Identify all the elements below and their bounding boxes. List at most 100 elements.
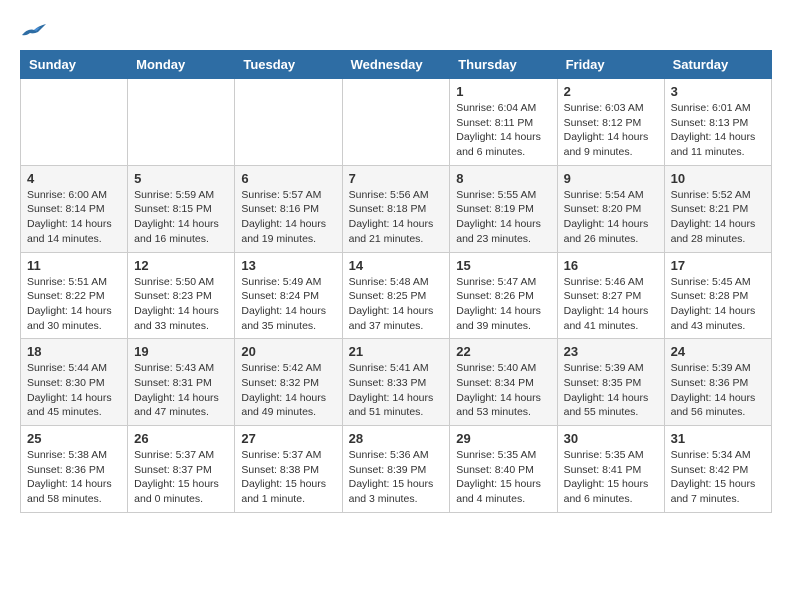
day-number: 5	[134, 171, 228, 186]
day-info: Sunrise: 5:36 AM Sunset: 8:39 PM Dayligh…	[349, 448, 444, 507]
day-number: 2	[564, 84, 658, 99]
calendar-day-21: 21 Sunrise: 5:41 AM Sunset: 8:33 PM Dayli…	[342, 339, 450, 426]
day-number: 11	[27, 258, 121, 273]
day-number: 29	[456, 431, 550, 446]
day-number: 6	[241, 171, 335, 186]
day-number: 15	[456, 258, 550, 273]
calendar-day-5: 5 Sunrise: 5:59 AM Sunset: 8:15 PM Daylig…	[128, 165, 235, 252]
day-info: Sunrise: 5:56 AM Sunset: 8:18 PM Dayligh…	[349, 188, 444, 247]
day-header-wednesday: Wednesday	[342, 51, 450, 79]
day-number: 7	[349, 171, 444, 186]
day-info: Sunrise: 5:40 AM Sunset: 8:34 PM Dayligh…	[456, 361, 550, 420]
day-info: Sunrise: 5:57 AM Sunset: 8:16 PM Dayligh…	[241, 188, 335, 247]
page-header	[20, 20, 772, 40]
calendar-day-9: 9 Sunrise: 5:54 AM Sunset: 8:20 PM Daylig…	[557, 165, 664, 252]
calendar-day-26: 26 Sunrise: 5:37 AM Sunset: 8:37 PM Dayli…	[128, 426, 235, 513]
day-info: Sunrise: 5:54 AM Sunset: 8:20 PM Dayligh…	[564, 188, 658, 247]
day-info: Sunrise: 5:35 AM Sunset: 8:40 PM Dayligh…	[456, 448, 550, 507]
calendar-day-29: 29 Sunrise: 5:35 AM Sunset: 8:40 PM Dayli…	[450, 426, 557, 513]
empty-day	[128, 79, 235, 166]
day-info: Sunrise: 5:50 AM Sunset: 8:23 PM Dayligh…	[134, 275, 228, 334]
day-number: 27	[241, 431, 335, 446]
day-header-monday: Monday	[128, 51, 235, 79]
day-number: 10	[671, 171, 765, 186]
day-number: 26	[134, 431, 228, 446]
day-header-saturday: Saturday	[664, 51, 771, 79]
day-number: 18	[27, 344, 121, 359]
calendar-table: SundayMondayTuesdayWednesdayThursdayFrid…	[20, 50, 772, 513]
calendar-day-18: 18Sunrise: 5:44 AM Sunset: 8:30 PM Dayli…	[21, 339, 128, 426]
day-info: Sunrise: 5:49 AM Sunset: 8:24 PM Dayligh…	[241, 275, 335, 334]
day-info: Sunrise: 5:52 AM Sunset: 8:21 PM Dayligh…	[671, 188, 765, 247]
calendar-week-row: 1 Sunrise: 6:04 AM Sunset: 8:11 PM Daylig…	[21, 79, 772, 166]
day-number: 12	[134, 258, 228, 273]
calendar-week-row: 18Sunrise: 5:44 AM Sunset: 8:30 PM Dayli…	[21, 339, 772, 426]
day-info: Sunrise: 5:55 AM Sunset: 8:19 PM Dayligh…	[456, 188, 550, 247]
calendar-day-14: 14 Sunrise: 5:48 AM Sunset: 8:25 PM Dayli…	[342, 252, 450, 339]
day-number: 22	[456, 344, 550, 359]
calendar-day-15: 15 Sunrise: 5:47 AM Sunset: 8:26 PM Dayli…	[450, 252, 557, 339]
day-info: Sunrise: 6:04 AM Sunset: 8:11 PM Dayligh…	[456, 101, 550, 160]
day-info: Sunrise: 5:48 AM Sunset: 8:25 PM Dayligh…	[349, 275, 444, 334]
day-header-sunday: Sunday	[21, 51, 128, 79]
day-number: 23	[564, 344, 658, 359]
day-number: 4	[27, 171, 121, 186]
day-info: Sunrise: 5:51 AM Sunset: 8:22 PM Dayligh…	[27, 275, 121, 334]
calendar-week-row: 11 Sunrise: 5:51 AM Sunset: 8:22 PM Dayli…	[21, 252, 772, 339]
calendar-day-12: 12 Sunrise: 5:50 AM Sunset: 8:23 PM Dayli…	[128, 252, 235, 339]
calendar-day-24: 24 Sunrise: 5:39 AM Sunset: 8:36 PM Dayli…	[664, 339, 771, 426]
day-info: Sunrise: 6:03 AM Sunset: 8:12 PM Dayligh…	[564, 101, 658, 160]
calendar-week-row: 25 Sunrise: 5:38 AM Sunset: 8:36 PM Dayli…	[21, 426, 772, 513]
day-info: Sunrise: 5:47 AM Sunset: 8:26 PM Dayligh…	[456, 275, 550, 334]
day-header-tuesday: Tuesday	[235, 51, 342, 79]
day-header-thursday: Thursday	[450, 51, 557, 79]
day-info: Sunrise: 5:41 AM Sunset: 8:33 PM Dayligh…	[349, 361, 444, 420]
logo	[20, 20, 52, 40]
day-info: Sunrise: 6:00 AM Sunset: 8:14 PM Dayligh…	[27, 188, 121, 247]
day-info: Sunrise: 5:42 AM Sunset: 8:32 PM Dayligh…	[241, 361, 335, 420]
day-number: 14	[349, 258, 444, 273]
day-info: Sunrise: 5:39 AM Sunset: 8:35 PM Dayligh…	[564, 361, 658, 420]
day-info: Sunrise: 5:45 AM Sunset: 8:28 PM Dayligh…	[671, 275, 765, 334]
day-info: Sunrise: 5:37 AM Sunset: 8:37 PM Dayligh…	[134, 448, 228, 507]
day-number: 21	[349, 344, 444, 359]
day-info: Sunrise: 6:01 AM Sunset: 8:13 PM Dayligh…	[671, 101, 765, 160]
day-number: 25	[27, 431, 121, 446]
day-number: 20	[241, 344, 335, 359]
day-number: 9	[564, 171, 658, 186]
calendar-day-30: 30Sunrise: 5:35 AM Sunset: 8:41 PM Dayli…	[557, 426, 664, 513]
day-info: Sunrise: 5:38 AM Sunset: 8:36 PM Dayligh…	[27, 448, 121, 507]
calendar-header-row: SundayMondayTuesdayWednesdayThursdayFrid…	[21, 51, 772, 79]
logo-icon	[20, 20, 48, 40]
calendar-day-13: 13 Sunrise: 5:49 AM Sunset: 8:24 PM Dayli…	[235, 252, 342, 339]
calendar-day-17: 17 Sunrise: 5:45 AM Sunset: 8:28 PM Dayli…	[664, 252, 771, 339]
calendar-day-27: 27 Sunrise: 5:37 AM Sunset: 8:38 PM Dayli…	[235, 426, 342, 513]
calendar-day-1: 1 Sunrise: 6:04 AM Sunset: 8:11 PM Daylig…	[450, 79, 557, 166]
calendar-day-8: 8Sunrise: 5:55 AM Sunset: 8:19 PM Daylig…	[450, 165, 557, 252]
calendar-day-19: 19Sunrise: 5:43 AM Sunset: 8:31 PM Dayli…	[128, 339, 235, 426]
day-number: 13	[241, 258, 335, 273]
day-number: 16	[564, 258, 658, 273]
calendar-week-row: 4 Sunrise: 6:00 AM Sunset: 8:14 PM Daylig…	[21, 165, 772, 252]
calendar-day-4: 4 Sunrise: 6:00 AM Sunset: 8:14 PM Daylig…	[21, 165, 128, 252]
empty-day	[342, 79, 450, 166]
calendar-day-23: 23 Sunrise: 5:39 AM Sunset: 8:35 PM Dayli…	[557, 339, 664, 426]
day-info: Sunrise: 5:59 AM Sunset: 8:15 PM Dayligh…	[134, 188, 228, 247]
day-number: 30	[564, 431, 658, 446]
day-number: 17	[671, 258, 765, 273]
day-number: 24	[671, 344, 765, 359]
day-header-friday: Friday	[557, 51, 664, 79]
day-number: 28	[349, 431, 444, 446]
empty-day	[21, 79, 128, 166]
day-info: Sunrise: 5:34 AM Sunset: 8:42 PM Dayligh…	[671, 448, 765, 507]
calendar-day-20: 20 Sunrise: 5:42 AM Sunset: 8:32 PM Dayli…	[235, 339, 342, 426]
calendar-day-7: 7 Sunrise: 5:56 AM Sunset: 8:18 PM Daylig…	[342, 165, 450, 252]
day-info: Sunrise: 5:39 AM Sunset: 8:36 PM Dayligh…	[671, 361, 765, 420]
calendar-day-28: 28 Sunrise: 5:36 AM Sunset: 8:39 PM Dayli…	[342, 426, 450, 513]
day-info: Sunrise: 5:37 AM Sunset: 8:38 PM Dayligh…	[241, 448, 335, 507]
calendar-day-11: 11 Sunrise: 5:51 AM Sunset: 8:22 PM Dayli…	[21, 252, 128, 339]
calendar-day-31: 31 Sunrise: 5:34 AM Sunset: 8:42 PM Dayli…	[664, 426, 771, 513]
day-number: 31	[671, 431, 765, 446]
empty-day	[235, 79, 342, 166]
day-number: 1	[456, 84, 550, 99]
